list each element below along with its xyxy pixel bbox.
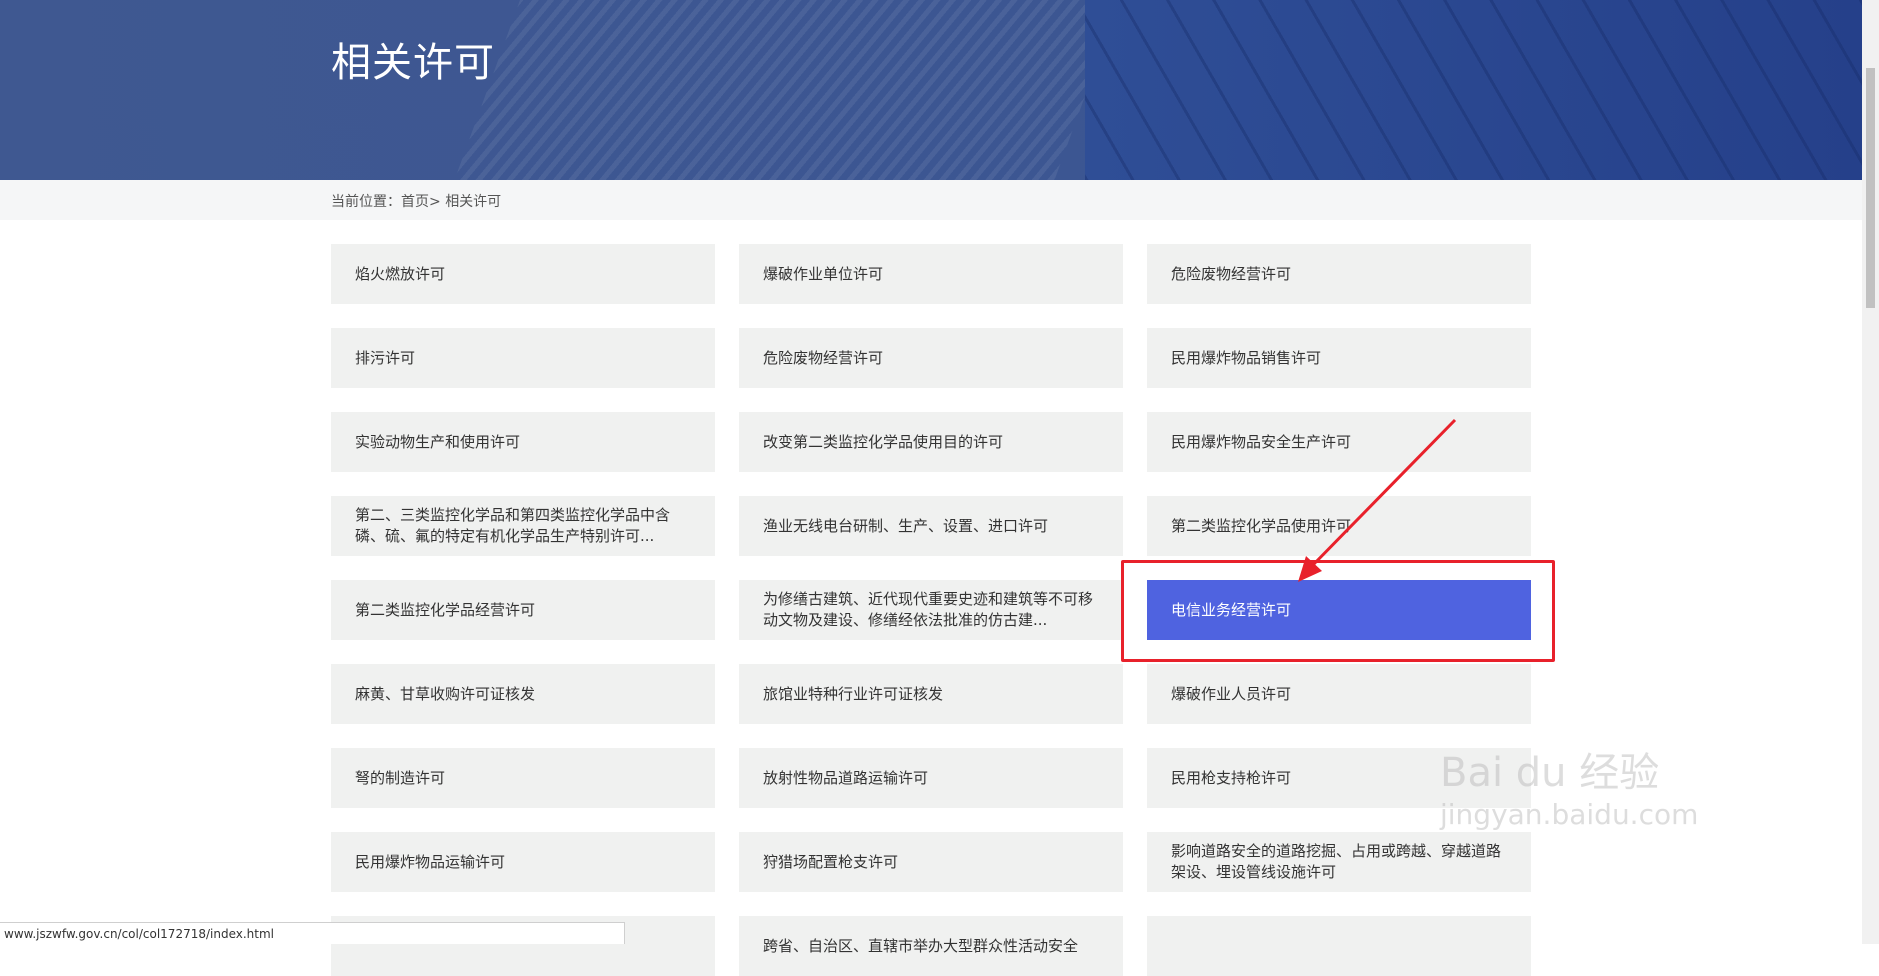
status-bar-url: www.jszwfw.gov.cn/col/col172718/index.ht… bbox=[0, 922, 625, 944]
watermark-brand: Bai du 经验 bbox=[1440, 750, 1660, 796]
baidu-watermark: Bai du 经验 jingyan.baidu.com bbox=[1440, 740, 1698, 831]
vertical-scrollbar[interactable] bbox=[1862, 0, 1879, 944]
scrollbar-thumb[interactable] bbox=[1866, 68, 1875, 308]
watermark-url: jingyan.baidu.com bbox=[1440, 798, 1699, 831]
